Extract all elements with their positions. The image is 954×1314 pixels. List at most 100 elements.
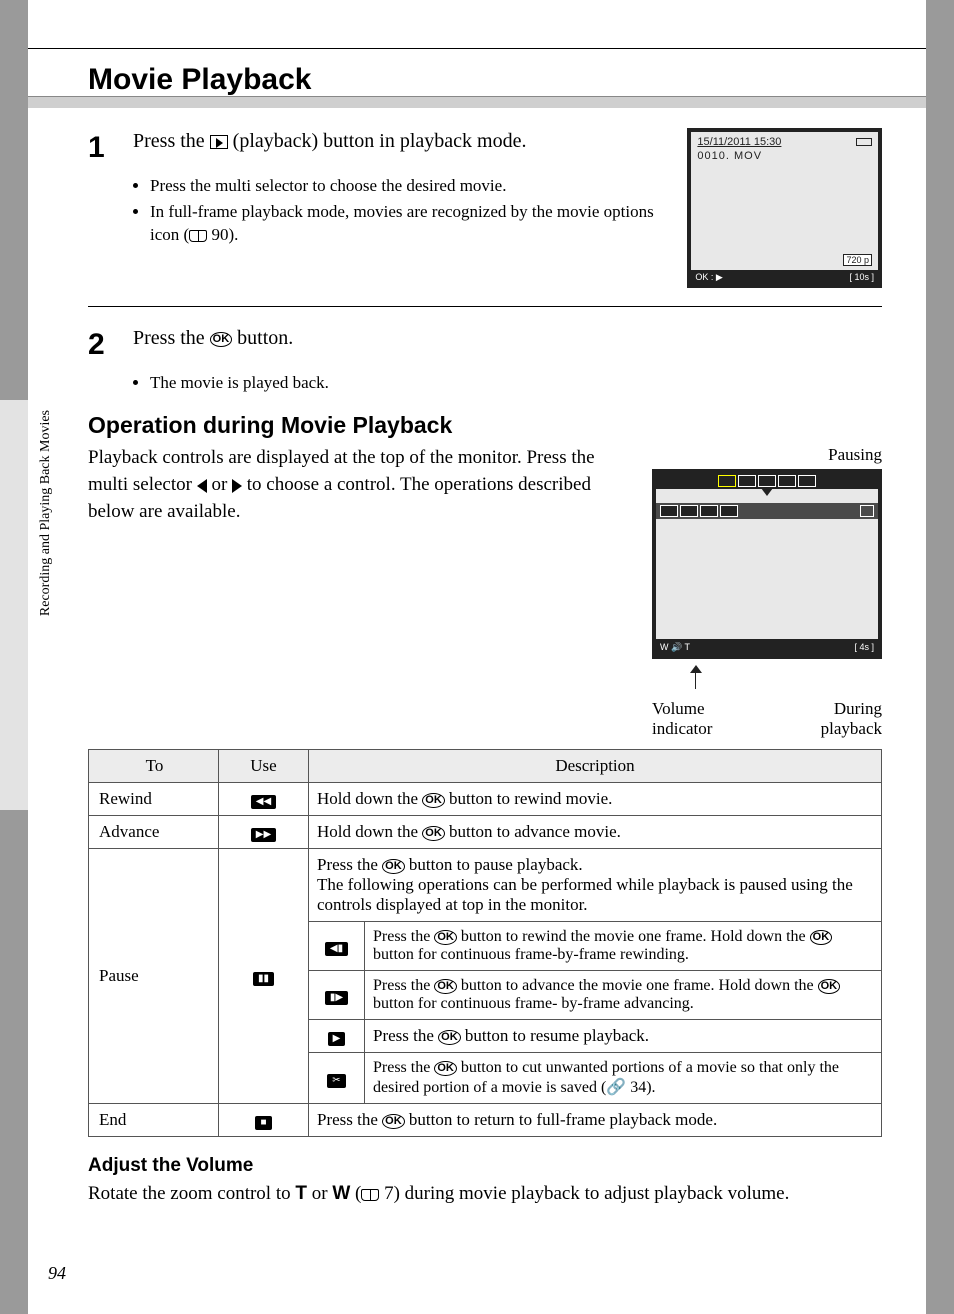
th-use: Use <box>219 750 309 783</box>
lcd-controls-top <box>656 473 878 489</box>
manual-ref-icon <box>189 230 207 242</box>
pause-icon <box>680 505 698 517</box>
cell-rewind-use: ◀◀ <box>219 783 309 816</box>
manual-ref-icon <box>361 1189 379 1201</box>
page-number: 94 <box>48 1263 66 1284</box>
lcd-remaining: [ 4s ] <box>854 642 874 652</box>
volume-pointer-icon <box>690 665 702 673</box>
lcd-filename: 0010. MOV <box>697 150 762 162</box>
rewind-icon <box>660 505 678 517</box>
ok-icon: OK <box>810 930 833 945</box>
play-icon <box>738 475 756 487</box>
cell-frame-back-icon: ◀▮ <box>309 922 365 971</box>
ok-icon: OK <box>382 1114 405 1129</box>
frame-back-icon: ◀▮ <box>325 942 348 956</box>
ok-icon: OK <box>434 1061 457 1076</box>
playback-icon <box>210 135 228 149</box>
frame-back-icon <box>718 475 736 487</box>
ok-icon: OK <box>818 979 841 994</box>
battery-icon <box>860 505 874 517</box>
side-tab <box>0 400 28 810</box>
stop-icon: ■ <box>255 1116 271 1130</box>
adjust-volume-heading: Adjust the Volume <box>88 1155 882 1177</box>
ok-icon: OK <box>422 793 445 808</box>
zoom-w: W <box>332 1183 350 1204</box>
step-2-text-a: Press the <box>133 327 210 349</box>
advance-icon <box>720 505 738 517</box>
cell-pause-to: Pause <box>89 849 219 1104</box>
step-2-bullet-1: The movie is played back. <box>150 372 882 395</box>
label-during-playback: During playback <box>769 699 882 739</box>
step-1: 1 Press the (playback) button in playbac… <box>88 128 882 288</box>
cell-frame-back-desc: Press the OK button to rewind the movie … <box>365 922 882 971</box>
cell-resume-desc: Press the OK button to resume playback. <box>365 1020 882 1053</box>
lcd-controls-during <box>656 503 878 519</box>
cell-advance-desc: Hold down the OK button to advance movie… <box>309 816 882 849</box>
step-1-number: 1 <box>88 128 128 169</box>
operation-body: Playback controls are displayed at the t… <box>88 445 632 739</box>
step-1-text-a: Press the <box>133 130 210 152</box>
separator <box>88 306 882 307</box>
th-to: To <box>89 750 219 783</box>
title-underline <box>28 96 926 108</box>
ok-icon: OK <box>434 979 457 994</box>
cell-pause-use: ▮▮ <box>219 849 309 1104</box>
cell-pause-intro: Press the OK button to pause playback. T… <box>309 849 882 922</box>
selection-pointer-icon <box>761 488 773 496</box>
play-icon: ▶ <box>328 1032 346 1046</box>
row-advance: Advance ▶▶ Hold down the OK button to ad… <box>89 816 882 849</box>
row-end: End ■ Press the OK button to return to f… <box>89 1104 882 1137</box>
step-2-number: 2 <box>88 325 128 366</box>
frame-fwd-icon <box>778 475 796 487</box>
cell-frame-fwd-desc: Press the OK button to advance the movie… <box>365 971 882 1020</box>
ok-icon: OK <box>434 930 457 945</box>
step-2: 2 Press the OK button. The movie is play… <box>88 325 882 394</box>
lcd-resolution: 720 p <box>843 254 872 266</box>
lcd-duration: [ 10s ] <box>849 272 874 282</box>
lcd-timestamp: 15/11/2011 15:30 <box>697 136 781 148</box>
zoom-t: T <box>295 1183 307 1204</box>
rewind-icon: ◀◀ <box>251 795 276 809</box>
lcd-ok-hint: OK : ▶ <box>695 272 722 283</box>
left-arrow-icon <box>197 479 207 493</box>
scissors-icon: ✂ <box>327 1074 345 1088</box>
adjust-volume-body: Rotate the zoom control to T or W ( 7) d… <box>88 1181 882 1208</box>
step-1-bullet-1: Press the multi selector to choose the d… <box>150 175 667 198</box>
volume-icons: W 🔊 T <box>660 642 690 653</box>
lcd-preview-1: 15/11/2011 15:30 0010. MOV 720 p OK : ▶ … <box>687 128 882 288</box>
battery-icon <box>856 138 872 146</box>
pause-icon: ▮▮ <box>253 972 274 986</box>
cell-resume-icon: ▶ <box>309 1020 365 1053</box>
cell-cut-desc: Press the OK button to cut unwanted port… <box>365 1053 882 1104</box>
cell-end-desc: Press the OK button to return to full-fr… <box>309 1104 882 1137</box>
step-1-text-b: (playback) button in playback mode. <box>228 130 527 152</box>
step-2-text-b: button. <box>232 327 293 349</box>
cut-icon <box>798 475 816 487</box>
advance-icon: ▶▶ <box>251 828 276 842</box>
operations-table: To Use Description Rewind ◀◀ Hold down t… <box>88 749 882 1137</box>
label-volume-indicator: Volume indicator <box>652 699 769 739</box>
ok-icon: OK <box>422 826 445 841</box>
crossref-icon: 🔗 <box>606 1079 626 1096</box>
cell-cut-icon: ✂ <box>309 1053 365 1104</box>
label-pausing: Pausing <box>652 445 882 465</box>
cell-advance-to: Advance <box>89 816 219 849</box>
cell-end-use: ■ <box>219 1104 309 1137</box>
row-pause-intro: Pause ▮▮ Press the OK button to pause pl… <box>89 849 882 922</box>
ok-icon: OK <box>438 1030 461 1045</box>
operation-heading: Operation during Movie Playback <box>88 412 882 439</box>
cell-end-to: End <box>89 1104 219 1137</box>
volume-pointer-stem <box>695 673 696 689</box>
row-rewind: Rewind ◀◀ Hold down the OK button to rew… <box>89 783 882 816</box>
ok-icon: OK <box>382 859 405 874</box>
cell-rewind-to: Rewind <box>89 783 219 816</box>
stop-icon <box>758 475 776 487</box>
ok-icon: OK <box>210 332 233 347</box>
cell-frame-fwd-icon: ▮▶ <box>309 971 365 1020</box>
th-description: Description <box>309 750 882 783</box>
side-chapter-label: Recording and Playing Back Movies <box>38 410 54 616</box>
step-1-bullet-2: In full-frame playback mode, movies are … <box>150 201 667 247</box>
lcd-preview-2: W 🔊 T [ 4s ] <box>652 469 882 659</box>
cell-advance-use: ▶▶ <box>219 816 309 849</box>
frame-fwd-icon: ▮▶ <box>325 991 348 1005</box>
